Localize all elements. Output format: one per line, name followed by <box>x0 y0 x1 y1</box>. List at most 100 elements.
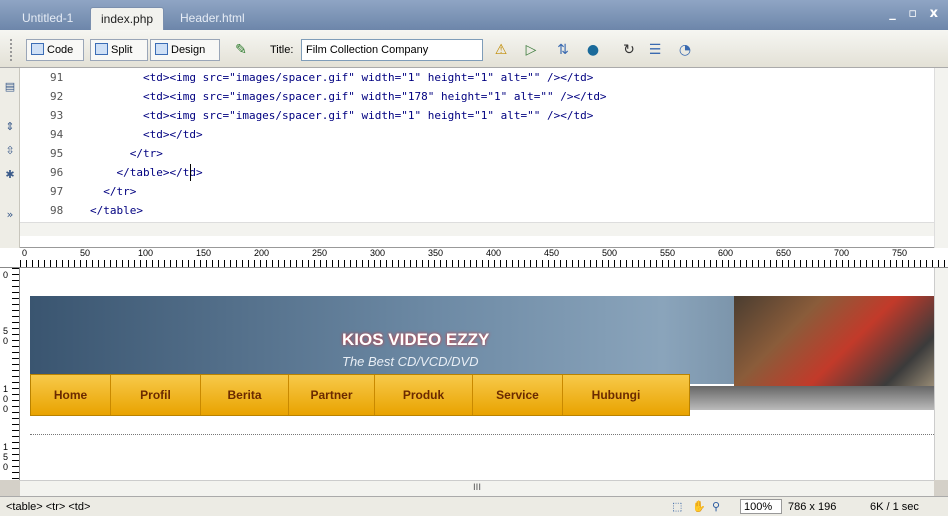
tab-header-html[interactable]: Header.html <box>170 7 255 30</box>
line-number: 96 <box>50 166 64 179</box>
zoom-select[interactable]: 100% <box>740 499 782 514</box>
tab-index-php[interactable]: index.php <box>90 7 165 30</box>
code-coding-toolbar: ▤ ⇕ ⇳ ✱ » <box>0 68 20 248</box>
view-options-icon[interactable]: ☰ <box>646 41 664 59</box>
collapse-tag-icon[interactable]: ⇕ <box>3 120 17 134</box>
vruler-tick: 1 0 0 <box>3 384 9 414</box>
visual-aids-icon[interactable]: ◔ <box>676 41 694 59</box>
code-line: 97 </tr> <box>20 182 934 201</box>
code-line: 95 </tr> <box>20 144 934 163</box>
ruler-tick: 300 <box>370 248 386 258</box>
refresh-icon[interactable]: ↻ <box>620 41 638 59</box>
line-text: <td><img src="images/spacer.gif" width="… <box>90 90 607 103</box>
ruler-tick: 450 <box>544 248 560 258</box>
line-number: 94 <box>50 128 64 141</box>
status-bar: <table> <tr> <td> ⬚ ✋ ⚲ 100% 786 x 196 6… <box>0 496 948 516</box>
tag-selector[interactable]: <table> <tr> <td> <box>6 501 90 513</box>
code-view-label: Code <box>47 44 74 56</box>
select-tool-icon[interactable]: ⬚ <box>672 500 682 513</box>
expand-all-icon[interactable]: ✱ <box>3 168 17 182</box>
split-view-button[interactable]: Split <box>90 39 148 61</box>
ruler-tick: 150 <box>196 248 212 258</box>
ruler-tick: 400 <box>486 248 502 258</box>
horizontal-ruler: 0 50 100 150 200 250 300 350 400 450 500… <box>0 248 948 268</box>
site-title: KIOS VIDEO EZZY <box>342 330 490 349</box>
open-documents-icon[interactable]: ▤ <box>3 80 17 94</box>
line-text: <td></td> <box>90 128 203 141</box>
code-vertical-scrollbar[interactable] <box>934 68 948 248</box>
ruler-tick: 250 <box>312 248 328 258</box>
design-view-label: Design <box>171 44 206 56</box>
ruler-tick: 350 <box>428 248 444 258</box>
browser-check-icon[interactable]: ● <box>584 41 602 59</box>
line-number: 93 <box>50 109 64 122</box>
nav-partner[interactable]: Partner <box>289 375 375 415</box>
zoom-tool-icon[interactable]: ⚲ <box>712 500 720 513</box>
nav-profil[interactable]: Profil <box>111 375 201 415</box>
nav-berita[interactable]: Berita <box>201 375 289 415</box>
split-view-label: Split <box>111 44 133 56</box>
banner-grey-band <box>690 386 934 410</box>
line-text: </table> <box>90 204 143 217</box>
ruler-tick: 50 <box>80 248 91 258</box>
vruler-tick: 1 5 0 <box>3 442 9 472</box>
design-view[interactable]: KIOS VIDEO EZZY The Best CD/VCD/DVD Home… <box>20 268 934 480</box>
split-view-icon <box>95 43 108 55</box>
line-text: </tr> <box>90 147 163 160</box>
code-view-icon <box>31 43 44 55</box>
window-controls[interactable]: _ ▫ x <box>889 6 942 21</box>
toolbar-grip <box>10 39 14 61</box>
site-subtitle: The Best CD/VCD/DVD <box>342 354 479 369</box>
design-view-button[interactable]: Design <box>150 39 220 61</box>
line-text: </table></td> <box>90 166 203 179</box>
nav-home[interactable]: Home <box>31 375 111 415</box>
code-view[interactable]: ▤ ⇕ ⇳ ✱ » 91 <td><img src="images/spacer… <box>0 68 948 248</box>
vertical-ruler: 0 5 0 1 0 0 1 5 0 <box>0 268 20 480</box>
code-line: 96 </table></td> <box>20 163 934 182</box>
ruler-tick: 500 <box>602 248 618 258</box>
file-management-icon[interactable]: ⚠ <box>492 41 510 59</box>
code-horizontal-scrollbar[interactable] <box>20 222 934 236</box>
vruler-tick: 0 <box>3 270 9 280</box>
line-text: <td><img src="images/spacer.gif" width="… <box>90 109 594 122</box>
line-text: <td><img src="images/spacer.gif" width="… <box>90 71 594 84</box>
window-size-select[interactable]: 786 x 196 <box>788 501 836 513</box>
line-number: 95 <box>50 147 64 160</box>
code-line: 94 <td></td> <box>20 125 934 144</box>
ruler-tick: 200 <box>254 248 270 258</box>
site-nav: Home Profil Berita Partner Produk Servic… <box>30 374 690 416</box>
text-cursor <box>190 164 191 181</box>
table-border-guide <box>30 434 934 435</box>
code-view-button[interactable]: Code <box>26 39 84 61</box>
hand-tool-icon[interactable]: ✋ <box>692 500 706 513</box>
nav-produk[interactable]: Produk <box>375 375 473 415</box>
live-view-icon[interactable]: ✎ <box>232 41 250 59</box>
tab-untitled-1[interactable]: Untitled-1 <box>12 7 83 30</box>
ruler-tick: 700 <box>834 248 850 258</box>
design-vertical-scrollbar[interactable] <box>934 268 948 480</box>
vruler-minor-ticks <box>12 268 19 480</box>
ruler-minor-ticks <box>20 260 948 267</box>
vruler-tick: 5 0 <box>3 326 9 346</box>
collapse-selection-icon[interactable]: ⇳ <box>3 144 17 158</box>
code-editor[interactable]: 91 <td><img src="images/spacer.gif" widt… <box>20 68 934 222</box>
preview-browser-icon[interactable]: ▷ <box>522 41 540 59</box>
more-tools-icon[interactable]: » <box>3 208 17 222</box>
design-horizontal-scrollbar[interactable]: III <box>20 480 934 496</box>
code-line: 91 <td><img src="images/spacer.gif" widt… <box>20 68 934 87</box>
ruler-tick: 0 <box>22 248 28 258</box>
code-line: 92 <td><img src="images/spacer.gif" widt… <box>20 87 934 106</box>
ruler-tick: 650 <box>776 248 792 258</box>
movie-collage-image <box>734 296 934 396</box>
nav-hubungi[interactable]: Hubungi <box>563 375 669 415</box>
line-number: 97 <box>50 185 64 198</box>
ruler-tick: 600 <box>718 248 734 258</box>
line-number: 92 <box>50 90 64 103</box>
document-tabbar: Untitled-1 index.php Header.html _ ▫ x <box>0 0 948 30</box>
line-text: </tr> <box>90 185 137 198</box>
nav-service[interactable]: Service <box>473 375 563 415</box>
title-input[interactable] <box>301 39 483 61</box>
ruler-tick: 750 <box>892 248 908 258</box>
refresh-design-icon[interactable]: ⇅ <box>554 41 572 59</box>
document-toolbar: Code Split Design ✎ Title: ⚠ ▷ ⇅ ● ↻ ☰ ◔ <box>0 30 948 68</box>
